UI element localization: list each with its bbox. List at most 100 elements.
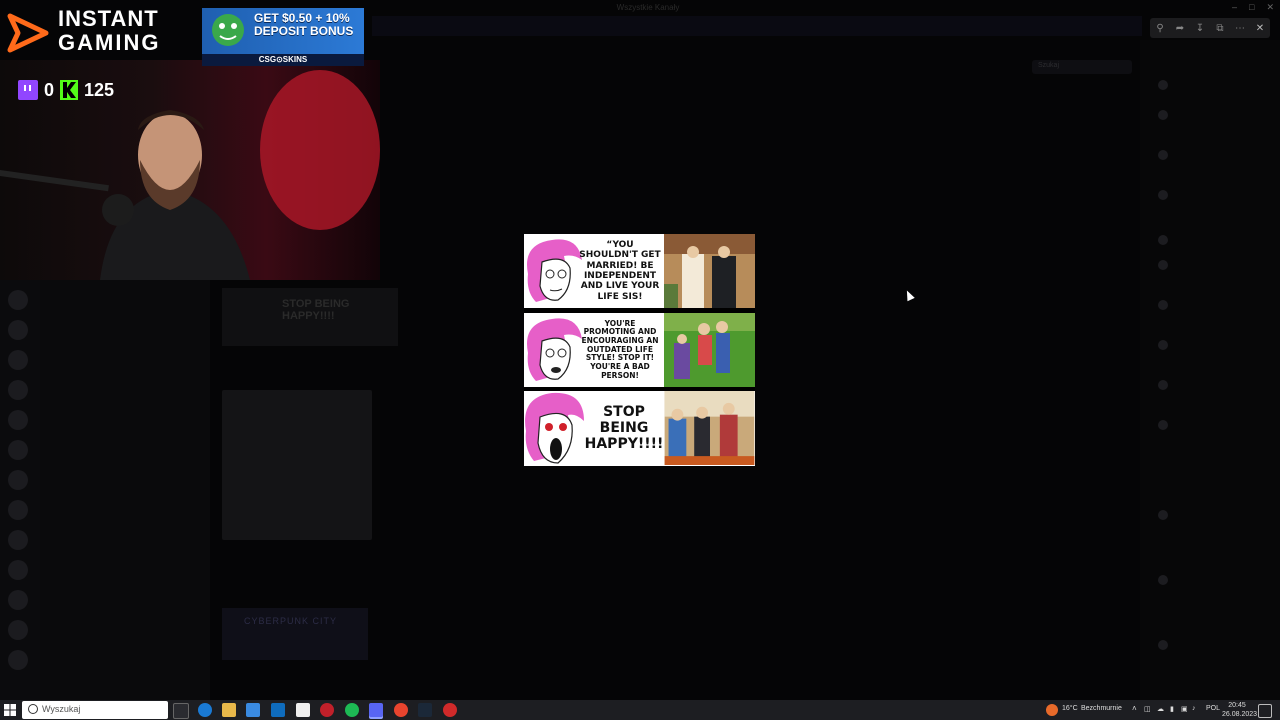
windows-start-icon[interactable] — [4, 704, 16, 716]
banner-background: GET $0.50 + 10% DEPOSIT BONUS — [202, 8, 364, 54]
chat-attachment-image[interactable] — [222, 390, 372, 540]
member-avatar[interactable] — [1158, 575, 1168, 585]
sponsor-banner[interactable]: GET $0.50 + 10% DEPOSIT BONUS CSG⊙SKINS — [202, 8, 364, 66]
member-avatar[interactable] — [1158, 190, 1168, 200]
taskbar-search-placeholder: Wyszukaj — [42, 704, 81, 714]
member-avatar[interactable] — [1158, 260, 1168, 270]
more-icon[interactable]: ⋯ — [1232, 23, 1248, 34]
discord-icon[interactable] — [369, 703, 383, 717]
member-avatar[interactable] — [1158, 300, 1168, 310]
server-icon[interactable] — [8, 470, 28, 490]
member-avatar[interactable] — [1158, 510, 1168, 520]
server-icon[interactable] — [8, 650, 28, 670]
search-icon — [28, 704, 38, 714]
meme-panel: YOU'RE PROMOTING AND ENCOURAGING AN OUTD… — [524, 313, 755, 387]
server-icon[interactable] — [8, 530, 28, 550]
volume-icon[interactable]: ♪ — [1192, 705, 1196, 712]
server-icon[interactable] — [8, 620, 28, 640]
minimize-icon[interactable]: – — [1232, 2, 1237, 12]
search-bar[interactable]: Szukaj — [1032, 60, 1132, 74]
banner-brand: CSG⊙SKINS — [202, 54, 364, 66]
weather-desc: Bezchmurnie — [1081, 705, 1122, 712]
chat-attachment-caption: STOP BEING HAPPY!!!! — [282, 298, 350, 322]
member-avatar[interactable] — [1158, 80, 1168, 90]
search-bar-placeholder: Szukaj — [1038, 62, 1060, 69]
wedding-photo — [664, 234, 755, 308]
channel-header — [372, 16, 1142, 36]
chrome-icon[interactable] — [394, 703, 408, 717]
server-icon[interactable] — [8, 500, 28, 520]
member-avatar[interactable] — [1158, 235, 1168, 245]
maximize-icon[interactable]: □ — [1249, 2, 1254, 12]
window-controls: – □ ✕ — [1226, 0, 1280, 14]
member-avatar[interactable] — [1158, 640, 1168, 650]
chat-attachment-caption: CYBERPUNK CITY — [244, 616, 338, 626]
notepad-icon[interactable] — [296, 703, 310, 717]
network-icon[interactable]: ◫ — [1144, 705, 1151, 713]
clock-date: 26.08.2023 — [1222, 711, 1258, 718]
cloud-icon[interactable]: ☁ — [1157, 705, 1164, 713]
task-view-icon[interactable] — [173, 703, 189, 719]
zoom-in-icon[interactable]: ⚲ — [1152, 23, 1168, 34]
meme-panel: STOP BEING HAPPY!!!! — [524, 391, 755, 466]
steam-icon[interactable] — [418, 703, 432, 717]
server-icon[interactable] — [8, 380, 28, 400]
member-avatar[interactable] — [1158, 380, 1168, 390]
server-icon[interactable] — [8, 410, 28, 430]
logo-text: INSTANT — [58, 6, 159, 31]
close-window-icon[interactable]: ✕ — [1266, 2, 1274, 13]
logo-text: GAMING — [58, 30, 161, 55]
edge-icon[interactable] — [198, 703, 212, 717]
notifications-icon[interactable] — [1258, 704, 1272, 718]
twitch-viewer-count: 0 — [44, 79, 55, 100]
language-indicator[interactable]: POL — [1206, 705, 1220, 712]
meme-panel: “YOU SHOULDN'T GET MARRIED! BE INDEPENDE… — [524, 234, 755, 308]
close-icon[interactable]: ✕ — [1252, 23, 1268, 34]
server-icon[interactable] — [8, 290, 28, 310]
download-icon[interactable]: ↧ — [1192, 23, 1208, 34]
store-icon[interactable] — [246, 703, 260, 717]
chat-attachment-image[interactable]: STOP BEING HAPPY!!!! — [222, 288, 398, 346]
weather-temp: 16°C — [1062, 705, 1078, 712]
chat-attachment-image[interactable]: CYBERPUNK CITY — [222, 608, 368, 660]
share-icon[interactable]: ➦ — [1172, 23, 1188, 34]
server-icon[interactable] — [8, 560, 28, 580]
instant-gaming-logo-icon — [7, 13, 49, 53]
meme-panel-text: YOU'RE PROMOTING AND ENCOURAGING AN OUTD… — [581, 318, 659, 380]
server-icon[interactable] — [8, 590, 28, 610]
kick-viewer-count: 125 — [84, 79, 115, 100]
member-avatar[interactable] — [1158, 150, 1168, 160]
family-photo — [664, 313, 755, 387]
file-explorer-icon[interactable] — [222, 703, 236, 717]
server-icon[interactable] — [8, 320, 28, 340]
clock[interactable]: 20:45 26.08.2023 — [1222, 701, 1258, 719]
taskbar-search[interactable]: Wyszukaj — [22, 701, 168, 719]
member-avatar[interactable] — [1158, 420, 1168, 430]
banner-title: GET $0.50 + 10% DEPOSIT BONUS — [254, 12, 353, 37]
member-avatar[interactable] — [1158, 340, 1168, 350]
battery-icon[interactable]: ▮ — [1170, 705, 1174, 713]
meme-panel-text: “YOU SHOULDN'T GET MARRIED! BE INDEPENDE… — [579, 239, 661, 302]
member-avatar[interactable] — [1158, 110, 1168, 120]
outlook-icon[interactable] — [271, 703, 285, 717]
spotify-icon[interactable] — [345, 703, 359, 717]
family-portrait-photo — [664, 391, 755, 465]
mascot-icon — [212, 14, 244, 46]
server-icon[interactable] — [8, 350, 28, 370]
server-list — [0, 280, 40, 700]
twitch-icon — [18, 80, 38, 100]
clock-time: 20:45 — [1228, 702, 1246, 709]
meme-panel-text: STOP BEING HAPPY!!!! — [584, 403, 664, 453]
wojak-face-icon — [527, 239, 582, 302]
open-external-icon[interactable]: ⧉ — [1212, 23, 1228, 34]
monitor-icon[interactable]: ▣ — [1181, 705, 1188, 713]
weather-icon[interactable] — [1046, 704, 1058, 716]
server-icon[interactable] — [8, 440, 28, 460]
app-icon[interactable] — [443, 703, 457, 717]
viewer-counters: 0 125 — [18, 78, 114, 102]
obs-icon[interactable] — [320, 703, 334, 717]
meme-image[interactable]: “YOU SHOULDN'T GET MARRIED! BE INDEPENDE… — [524, 234, 755, 466]
banner-title-line: GET $0.50 + 10% — [254, 11, 350, 25]
chevron-up-icon[interactable]: ˄ — [1132, 704, 1137, 713]
image-viewer-toolbar: ⚲ ➦ ↧ ⧉ ⋯ ✕ — [1150, 18, 1270, 38]
